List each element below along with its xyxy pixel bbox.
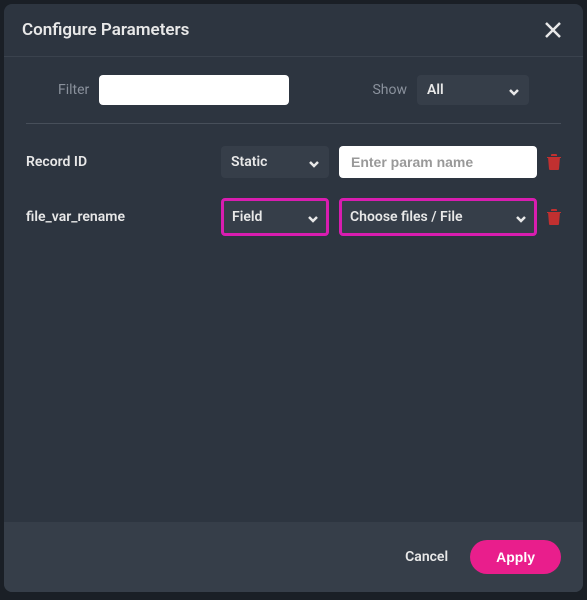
param-type-select[interactable]: Static [221,146,329,178]
param-value-selected: Choose files / File [350,209,463,225]
chevron-down-icon [308,212,318,222]
show-select[interactable]: All [417,75,529,105]
close-icon [544,21,562,39]
param-label: file_var_rename [26,209,211,225]
show-label: Show [372,82,407,98]
dialog-title: Configure Parameters [22,20,189,40]
delete-param-button[interactable] [547,154,563,170]
filter-group: Filter [58,75,289,105]
chevron-down-icon [509,85,519,95]
param-value-select[interactable]: Choose files / File [339,198,537,236]
param-row: file_var_rename Field Choose files / Fil… [26,198,561,236]
chevron-down-icon [309,157,319,167]
param-type-value: Static [231,154,267,170]
show-select-value: All [427,82,444,98]
chevron-down-icon [516,212,526,222]
filter-label: Filter [58,82,89,98]
close-button[interactable] [541,18,565,42]
filter-bar: Filter Show All [26,57,561,124]
trash-icon [547,154,561,170]
show-group: Show All [372,75,529,105]
dialog-footer: Cancel Apply [4,522,583,592]
trash-icon [547,209,561,225]
configure-parameters-dialog: Configure Parameters Filter Show All Rec… [4,4,583,592]
apply-button[interactable]: Apply [470,540,561,574]
param-row: Record ID Static [26,146,561,178]
param-type-select[interactable]: Field [221,198,329,236]
dialog-header: Configure Parameters [4,4,583,57]
cancel-button[interactable]: Cancel [405,549,448,565]
param-label: Record ID [26,154,211,170]
param-type-value: Field [232,209,262,225]
filter-input[interactable] [99,75,289,105]
param-value-input[interactable] [339,146,537,178]
delete-param-button[interactable] [547,209,563,225]
params-body: Record ID Static file_var_rename Field C… [4,124,583,522]
